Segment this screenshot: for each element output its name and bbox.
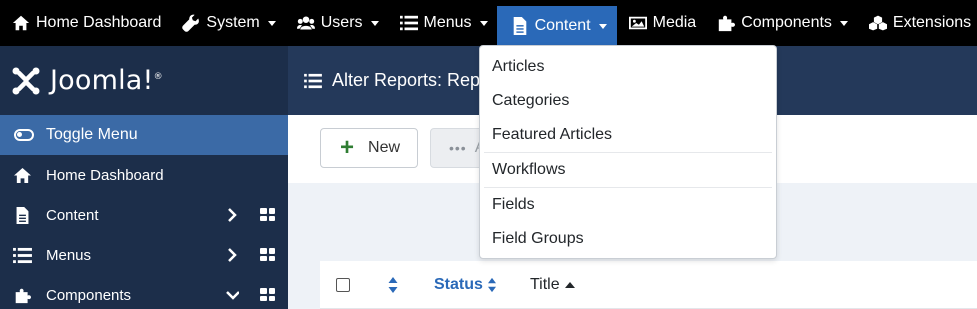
menu-item-featured-articles[interactable]: Featured Articles (480, 118, 776, 152)
caret-down-icon (267, 20, 276, 26)
sidebar-item-menus[interactable]: Menus (0, 235, 288, 275)
sidebar-item-label: Home Dashboard (46, 166, 164, 184)
topnav-label: Content (534, 17, 591, 34)
file-icon (16, 206, 29, 224)
topnav-label: Home Dashboard (36, 14, 162, 31)
new-button[interactable]: + New (320, 128, 418, 168)
topnav-menus[interactable]: Menus (388, 0, 497, 46)
sidebar-item-content[interactable]: Content (0, 195, 288, 235)
topnav-media[interactable]: Media (617, 0, 706, 46)
sidebar-item-home-dashboard[interactable]: Home Dashboard (0, 155, 288, 195)
menu-item-workflows[interactable]: Workflows (480, 153, 776, 187)
status-column-header[interactable]: Status (434, 276, 497, 294)
cubes-icon (868, 15, 887, 31)
caret-down-icon (839, 20, 848, 26)
sidebar-item-label: Components (46, 286, 132, 304)
title-header-label: Title (530, 276, 560, 293)
puzzle-icon (15, 288, 31, 303)
home-icon (14, 167, 31, 183)
topnav-extensions[interactable]: Extensions (857, 0, 977, 46)
dashboard-grid-icon[interactable] (260, 248, 275, 261)
page-title: Alter Reports: Rep (332, 70, 481, 90)
joomla-logo-icon (12, 67, 40, 94)
sidebar: Joomla!® Toggle Menu Home Dashboard Cont… (0, 46, 288, 309)
menu-item-fields[interactable]: Fields (480, 188, 776, 222)
brand-logo[interactable]: Joomla!® (0, 46, 288, 115)
topnav-label: Media (652, 14, 697, 31)
chevron-right-icon[interactable] (226, 248, 238, 262)
wrench-icon (182, 14, 200, 32)
select-all-checkbox[interactable] (336, 278, 350, 292)
title-column-header[interactable]: Title (530, 276, 575, 294)
brand-name: Joomla!® (50, 65, 163, 96)
toggle-icon (14, 129, 34, 141)
image-icon (628, 16, 647, 30)
toggle-menu-label: Toggle Menu (46, 126, 138, 143)
home-icon (12, 15, 30, 31)
caret-down-icon (598, 23, 607, 29)
list-icon (304, 73, 322, 88)
sort-icon (487, 277, 496, 293)
toggle-menu-button[interactable]: Toggle Menu (0, 115, 288, 155)
sidebar-item-label: Menus (46, 246, 92, 264)
caret-down-icon (370, 20, 379, 26)
chevron-right-icon[interactable] (226, 208, 238, 222)
brand-text: Joomla! (50, 65, 154, 96)
topnav-label: Menus (423, 14, 472, 31)
topnav-label: Extensions (892, 14, 972, 31)
content-dropdown-menu: Articles Categories Featured Articles Wo… (479, 45, 777, 259)
table-header: Status Title (320, 261, 977, 309)
top-menu-bar: Home Dashboard System Users Menus Conten… (0, 0, 977, 46)
brand-trademark: ® (153, 72, 163, 82)
topnav-label: Components (741, 14, 832, 31)
menu-item-categories[interactable]: Categories (480, 84, 776, 118)
users-icon (296, 16, 315, 30)
dashboard-grid-icon[interactable] (260, 288, 275, 301)
status-header-label: Status (434, 276, 483, 293)
topnav-home-dashboard[interactable]: Home Dashboard (0, 0, 170, 46)
list-icon (399, 15, 418, 31)
sidebar-item-label: Content (46, 206, 99, 224)
menu-item-articles[interactable]: Articles (480, 50, 776, 84)
chevron-down-icon[interactable] (225, 288, 239, 302)
list-icon (13, 247, 32, 263)
topnav-users[interactable]: Users (285, 0, 388, 46)
sidebar-item-components[interactable]: Components (0, 275, 288, 309)
topnav-content[interactable]: Content (496, 6, 617, 46)
menu-item-field-groups[interactable]: Field Groups (480, 222, 776, 256)
file-icon (513, 17, 526, 35)
dashboard-grid-icon[interactable] (260, 208, 275, 221)
topnav-label: System (206, 14, 260, 31)
caret-down-icon (479, 20, 488, 26)
sort-icon[interactable] (388, 276, 398, 294)
topnav-components[interactable]: Components (705, 0, 857, 46)
plus-icon: + (340, 134, 355, 161)
topnav-system[interactable]: System (170, 0, 284, 46)
sort-ascending-icon (564, 282, 575, 288)
puzzle-icon (718, 15, 736, 32)
new-button-label: New (368, 139, 401, 156)
topnav-label: Users (320, 14, 363, 31)
ellipsis-icon: ••• (449, 140, 467, 156)
